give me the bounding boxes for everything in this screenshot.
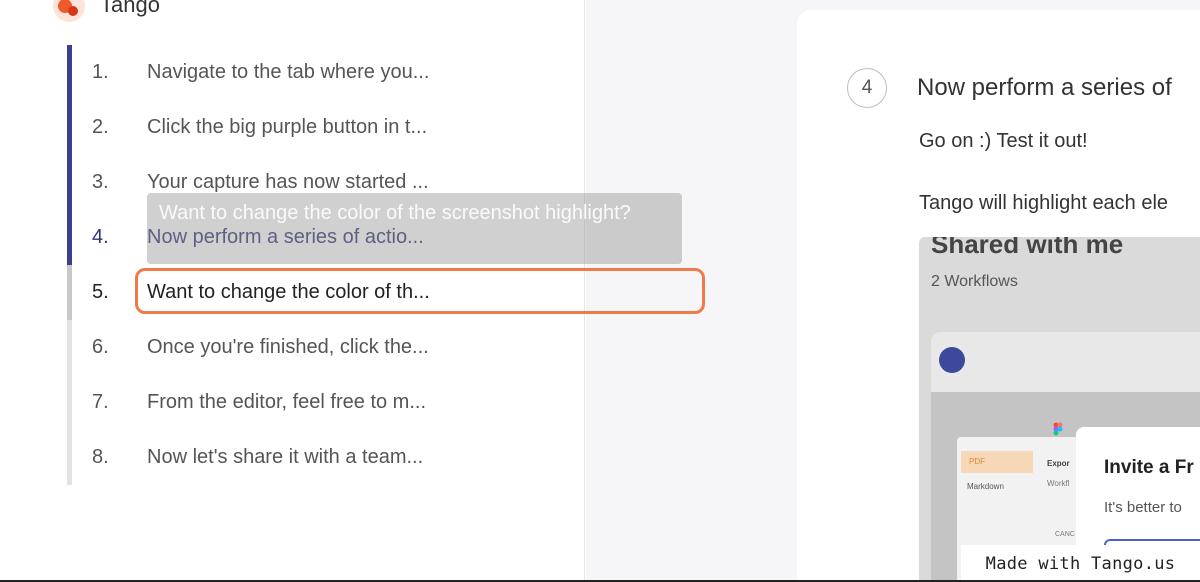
step-item-2[interactable]: 2. Click the big purple button in t... bbox=[92, 112, 427, 142]
step-title: Now perform a series of bbox=[917, 74, 1172, 101]
step-number: 8. bbox=[92, 445, 109, 468]
screenshot-subtitle: 2 Workflows bbox=[931, 273, 1018, 290]
step-label: Once you're finished, click the... bbox=[147, 335, 429, 358]
step-item-7[interactable]: 7. From the editor, feel free to m... bbox=[92, 387, 426, 417]
step-number: 2. bbox=[92, 115, 109, 138]
screenshot-heading: Shared with me bbox=[931, 237, 1124, 259]
step-label: Navigate to the tab where you... bbox=[147, 60, 430, 83]
export-option-markdown: Markdown bbox=[967, 482, 1004, 491]
invite-modal-title: Invite a Fr bbox=[1104, 457, 1194, 478]
step-label: From the editor, feel free to m... bbox=[147, 390, 427, 413]
progress-fill bbox=[67, 45, 72, 265]
step-number: 3. bbox=[92, 170, 109, 193]
avatar bbox=[939, 347, 965, 373]
step-number-badge: 4 bbox=[847, 68, 887, 108]
export-option-pdf: PDF bbox=[961, 451, 1033, 473]
step-number: 4. bbox=[92, 225, 109, 248]
tango-viewer: Tango 1. Navigate to the tab where you..… bbox=[0, 0, 1200, 582]
figma-icon bbox=[1053, 422, 1063, 436]
tooltip: Want to change the color of the screensh… bbox=[147, 193, 682, 264]
step-label: Click the big purple button in t... bbox=[147, 115, 428, 138]
step-number: 1. bbox=[92, 60, 109, 83]
brand-name: Tango bbox=[100, 0, 160, 17]
step-item-1[interactable]: 1. Navigate to the tab where you... bbox=[92, 57, 429, 87]
step-label: Now let's share it with a team... bbox=[147, 445, 424, 468]
export-cancel-label: CANC bbox=[1055, 531, 1075, 538]
export-heading: Expor bbox=[1047, 459, 1070, 468]
step-highlight-box bbox=[135, 268, 705, 314]
progress-current bbox=[67, 265, 72, 320]
export-workflow-label: Workfl bbox=[1047, 479, 1070, 488]
invite-modal-subtitle: It's better to bbox=[1104, 499, 1182, 516]
step-label: Your capture has now started ... bbox=[147, 170, 429, 193]
step-item-8[interactable]: 8. Now let's share it with a team... bbox=[92, 442, 423, 472]
step-number: 6. bbox=[92, 335, 109, 358]
step-screenshot[interactable]: Shared with me 2 Workflows PDF Markdown … bbox=[919, 237, 1200, 582]
step-number: 7. bbox=[92, 390, 109, 413]
step-description: Go on :) Test it out! bbox=[919, 130, 1088, 152]
made-with-tango-badge[interactable]: Made with Tango.us bbox=[961, 545, 1200, 582]
step-description-2: Tango will highlight each ele bbox=[919, 192, 1169, 214]
tango-logo-icon bbox=[53, 0, 85, 22]
step-item-6[interactable]: 6. Once you're finished, click the... bbox=[92, 332, 429, 362]
